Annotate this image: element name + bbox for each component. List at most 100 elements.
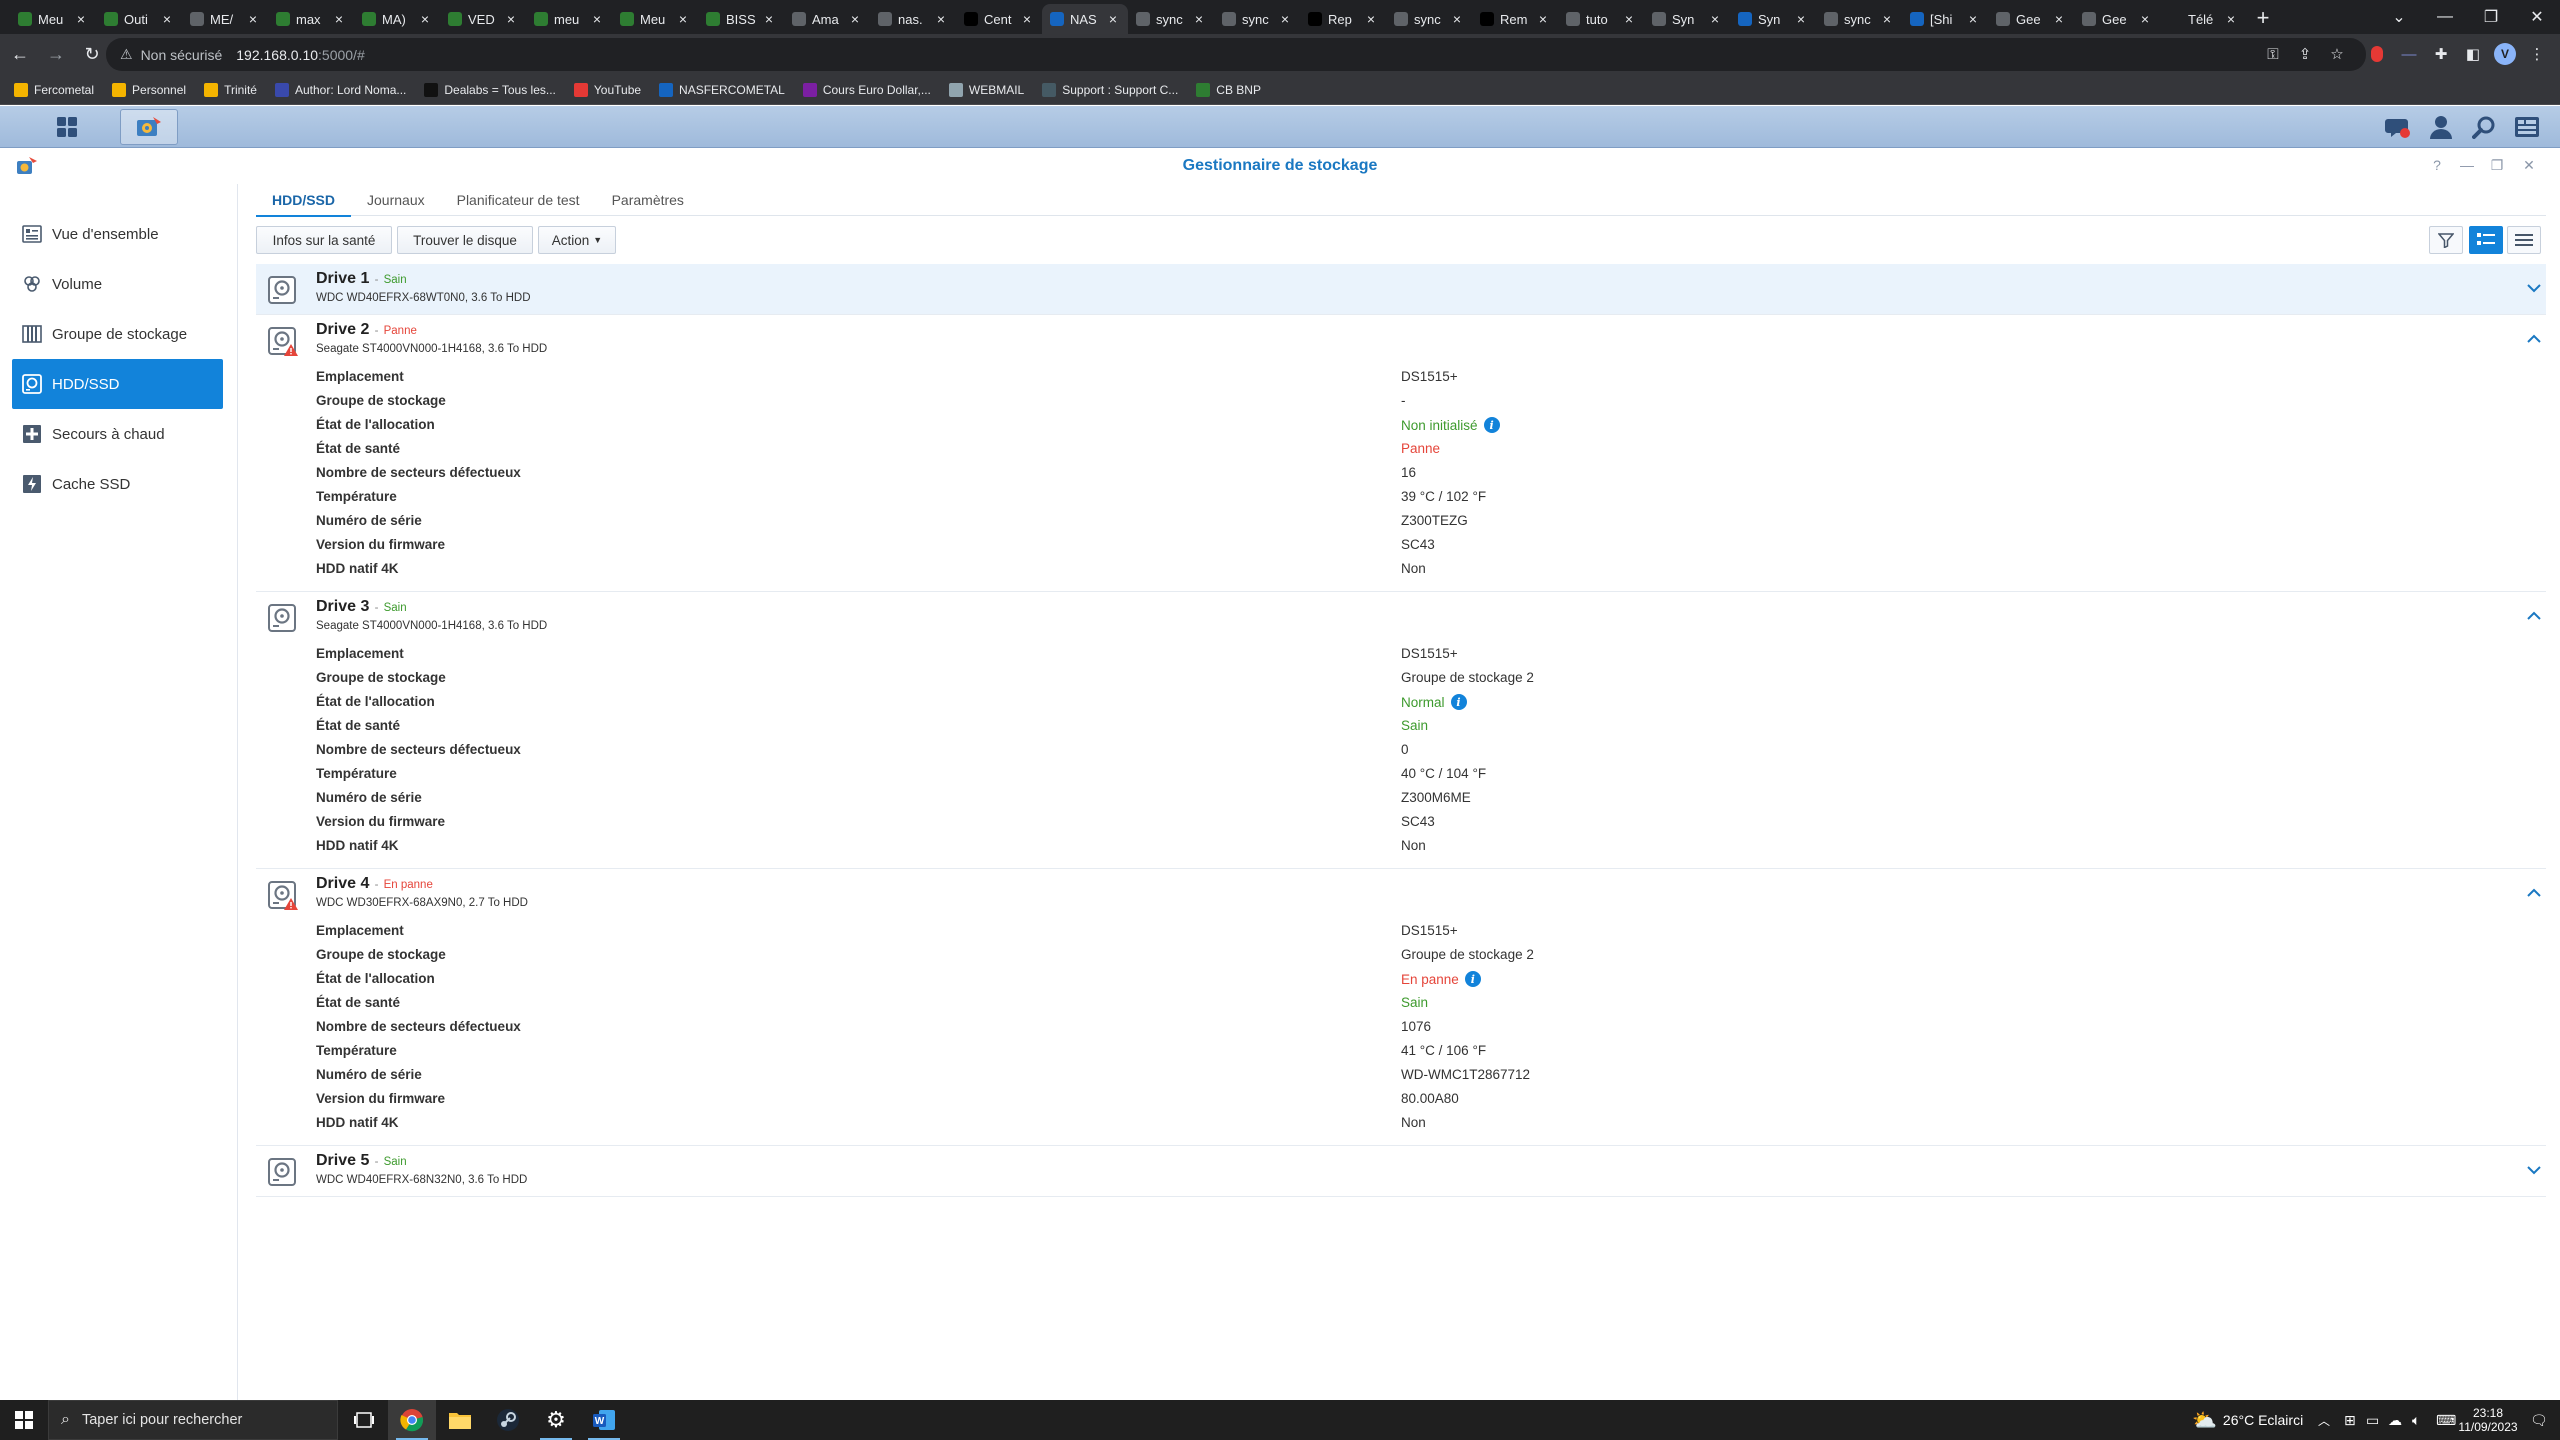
- extensions-puzzle-icon[interactable]: ✚: [2430, 43, 2452, 65]
- back-button[interactable]: ←: [4, 39, 36, 71]
- weather-widget[interactable]: ⛅ 26°C Eclairci: [2192, 1400, 2303, 1440]
- info-icon[interactable]: i: [1464, 971, 1481, 987]
- info-icon[interactable]: i: [1450, 694, 1467, 710]
- minimize-icon[interactable]: —: [2458, 156, 2476, 174]
- drive-item[interactable]: Drive 3 - Sain Seagate ST4000VN000-1H4168…: [256, 592, 2546, 869]
- volume-icon[interactable]: 🔈︎: [2412, 1400, 2420, 1440]
- detail-view-button[interactable]: [2469, 226, 2503, 254]
- tab-close-icon[interactable]: ×: [504, 11, 518, 27]
- restore-window-button[interactable]: ❐: [2468, 0, 2514, 34]
- browser-tab[interactable]: sync ×: [1816, 4, 1902, 34]
- tab-close-icon[interactable]: ×: [2138, 11, 2152, 27]
- user-icon[interactable]: [2428, 114, 2454, 140]
- share-icon[interactable]: ⇪: [2294, 43, 2316, 65]
- profile-avatar[interactable]: V: [2494, 43, 2516, 65]
- bookmark-item[interactable]: WEBMAIL: [948, 82, 1024, 97]
- chevron-up-icon[interactable]: [2522, 883, 2546, 903]
- tab-close-icon[interactable]: ×: [332, 11, 346, 27]
- browser-tab[interactable]: Syn ×: [1730, 4, 1816, 34]
- browser-tab[interactable]: nas. ×: [870, 4, 956, 34]
- bookmark-item[interactable]: NASFERCOMETAL: [659, 82, 785, 97]
- storage-manager-task-button[interactable]: [120, 109, 178, 145]
- tab-close-icon[interactable]: ×: [1880, 11, 1894, 27]
- task-view-icon[interactable]: [340, 1400, 388, 1440]
- bookmark-item[interactable]: Trinité: [204, 82, 257, 97]
- extension-icon[interactable]: —: [2398, 43, 2420, 65]
- tab-close-icon[interactable]: ×: [418, 11, 432, 27]
- extension-record-icon[interactable]: [2366, 43, 2388, 65]
- widgets-icon[interactable]: [2514, 114, 2540, 140]
- tab-close-icon[interactable]: ×: [1364, 11, 1378, 27]
- chrome-taskbar-icon[interactable]: [388, 1400, 436, 1440]
- tab-close-icon[interactable]: ×: [590, 11, 604, 27]
- drive-item[interactable]: Drive 2 - Panne Seagate ST4000VN000-1H416…: [256, 315, 2546, 592]
- info-icon[interactable]: i: [1483, 417, 1500, 433]
- list-view-button[interactable]: [2507, 226, 2541, 254]
- network-icon[interactable]: ⊞: [2344, 1400, 2356, 1440]
- browser-tab[interactable]: Meu ×: [612, 4, 698, 34]
- chevron-down-icon[interactable]: ⌄: [2376, 0, 2422, 34]
- chevron-up-icon[interactable]: ︿: [2318, 1400, 2330, 1440]
- tab-close-icon[interactable]: ×: [1278, 11, 1292, 27]
- windows-start-icon[interactable]: [0, 1400, 48, 1440]
- browser-tab[interactable]: Rem ×: [1472, 4, 1558, 34]
- sidebar-item[interactable]: Secours à chaud: [12, 409, 223, 459]
- tab-close-icon[interactable]: ×: [762, 11, 776, 27]
- tab-close-icon[interactable]: ×: [676, 11, 690, 27]
- browser-tab[interactable]: Outi ×: [96, 4, 182, 34]
- sidebar-item[interactable]: HDD/SSD: [12, 359, 223, 409]
- tab-close-icon[interactable]: ×: [1192, 11, 1206, 27]
- browser-tab[interactable]: Télé ×: [2160, 4, 2246, 34]
- tab-close-icon[interactable]: ×: [246, 11, 260, 27]
- notifications-icon[interactable]: [2385, 114, 2411, 140]
- drive-header[interactable]: Drive 1 - Sain WDC WD40EFRX-68WT0N0, 3.6 …: [256, 264, 2546, 314]
- drive-item[interactable]: Drive 4 - En panne WDC WD30EFRX-68AX9N0, …: [256, 869, 2546, 1146]
- tab-close-icon[interactable]: ×: [160, 11, 174, 27]
- sidebar-item[interactable]: Groupe de stockage: [12, 309, 223, 359]
- new-tab-button[interactable]: +: [2246, 5, 2280, 31]
- browser-tab[interactable]: ME/ ×: [182, 4, 268, 34]
- file-explorer-icon[interactable]: [436, 1400, 484, 1440]
- tab-close-icon[interactable]: ×: [848, 11, 862, 27]
- close-icon[interactable]: ✕: [2520, 156, 2538, 174]
- tab-close-icon[interactable]: ×: [934, 11, 948, 27]
- browser-tab[interactable]: Rep ×: [1300, 4, 1386, 34]
- main-menu-button[interactable]: [38, 109, 96, 145]
- tab-close-icon[interactable]: ×: [1622, 11, 1636, 27]
- address-bar[interactable]: ⚠ Non sécurisé 192.168.0.10:5000/#: [106, 38, 2366, 71]
- chevron-up-icon[interactable]: [2522, 606, 2546, 626]
- minimize-window-button[interactable]: —: [2422, 0, 2468, 34]
- settings-gear-icon[interactable]: ⚙: [532, 1400, 580, 1440]
- tab-close-icon[interactable]: ×: [1708, 11, 1722, 27]
- chevron-down-icon[interactable]: [2522, 278, 2546, 298]
- drive-item[interactable]: Drive 5 - Sain WDC WD40EFRX-68N32N0, 3.6 …: [256, 1146, 2546, 1197]
- bookmark-item[interactable]: Support : Support C...: [1042, 82, 1178, 97]
- tab-close-icon[interactable]: ×: [2052, 11, 2066, 27]
- close-window-button[interactable]: ✕: [2514, 0, 2560, 34]
- browser-tab[interactable]: max ×: [268, 4, 354, 34]
- more-menu-icon[interactable]: ⋮: [2526, 43, 2548, 65]
- tab-close-icon[interactable]: ×: [1966, 11, 1980, 27]
- browser-tab[interactable]: sync ×: [1214, 4, 1300, 34]
- browser-tab[interactable]: Gee ×: [2074, 4, 2160, 34]
- tab-close-icon[interactable]: ×: [1536, 11, 1550, 27]
- bookmark-item[interactable]: Fercometal: [14, 82, 94, 97]
- tab-close-icon[interactable]: ×: [74, 11, 88, 27]
- action-dropdown-button[interactable]: Action ▼: [538, 226, 616, 254]
- display-icon[interactable]: ▭: [2366, 1400, 2379, 1440]
- search-icon[interactable]: [2471, 114, 2497, 140]
- drive-header[interactable]: Drive 5 - Sain WDC WD40EFRX-68N32N0, 3.6 …: [256, 1146, 2546, 1196]
- sidebar-item[interactable]: Cache SSD: [12, 459, 223, 509]
- main-tab[interactable]: HDD/SSD: [256, 184, 352, 217]
- browser-tab[interactable]: sync ×: [1128, 4, 1214, 34]
- bookmark-item[interactable]: YouTube: [573, 82, 641, 97]
- browser-tab[interactable]: Ama ×: [784, 4, 870, 34]
- tab-close-icon[interactable]: ×: [1020, 11, 1034, 27]
- health-info-button[interactable]: Infos sur la santé: [256, 226, 392, 254]
- bookmark-item[interactable]: Cours Euro Dollar,...: [802, 82, 931, 97]
- browser-tab[interactable]: sync ×: [1386, 4, 1472, 34]
- bookmark-item[interactable]: Personnel: [112, 82, 186, 97]
- browser-tab[interactable]: NAS ×: [1042, 4, 1128, 34]
- maximize-icon[interactable]: ❐: [2488, 156, 2506, 174]
- tab-close-icon[interactable]: ×: [1106, 11, 1120, 27]
